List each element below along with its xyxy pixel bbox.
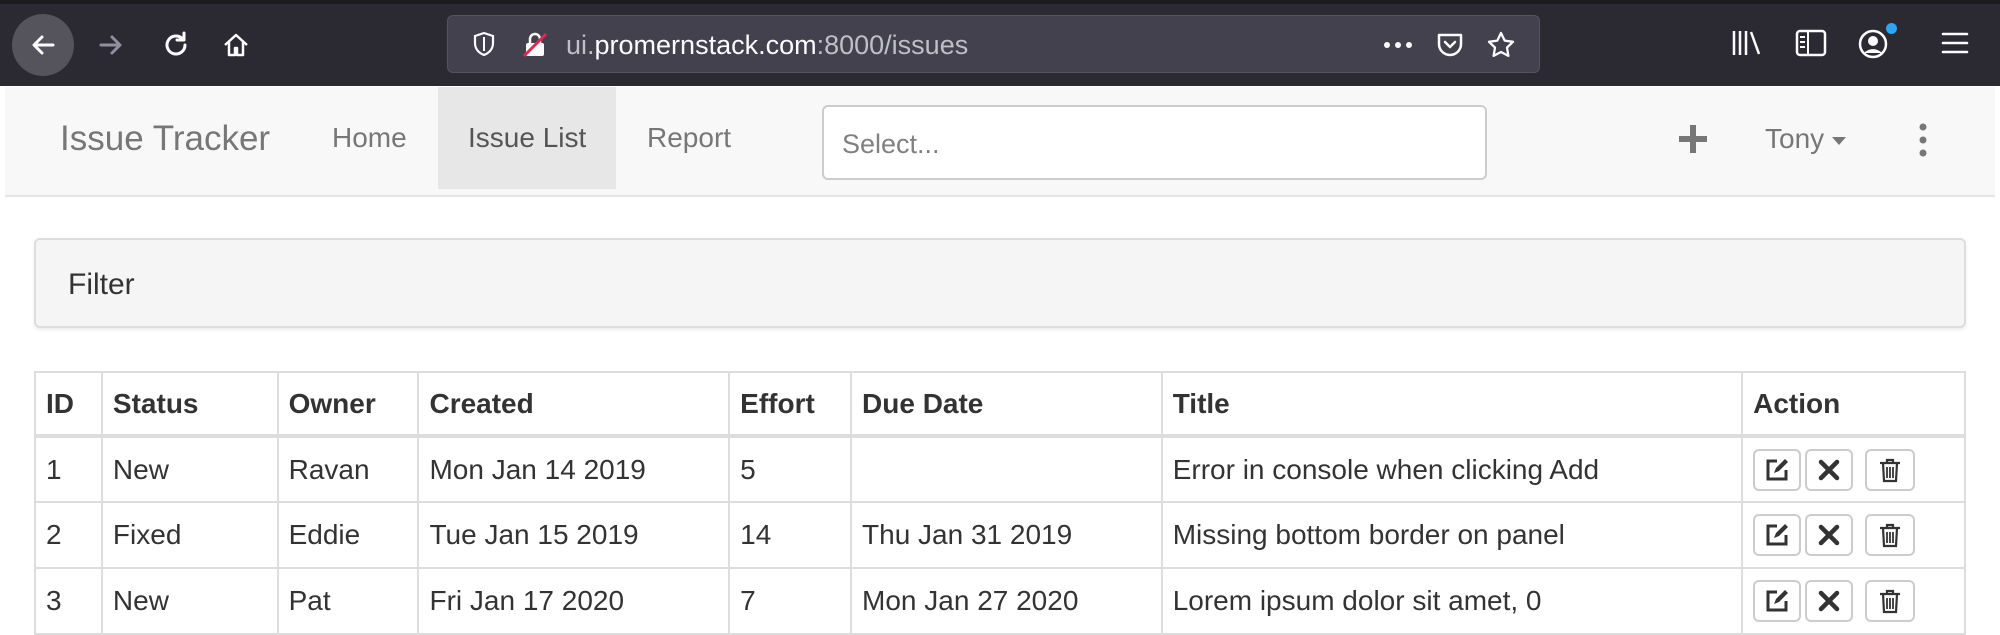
pocket-icon[interactable] [1435, 30, 1465, 60]
header-action: Action [1741, 371, 1966, 438]
nav-home[interactable]: Home [302, 87, 437, 189]
cell-owner: Eddie [276, 501, 420, 569]
url-path: :8000/issues [816, 30, 969, 60]
more-icon[interactable] [1381, 30, 1415, 60]
shield-icon[interactable] [470, 30, 498, 58]
cell-due-date: Thu Jan 31 2019 [850, 501, 1163, 569]
star-icon[interactable] [1486, 30, 1516, 60]
close-icon [1818, 590, 1840, 612]
header-id: ID [34, 371, 103, 438]
delete-button[interactable] [1865, 514, 1916, 556]
cell-title: Lorem ipsum dolor sit amet, 0 [1160, 567, 1744, 635]
library-icon[interactable] [1730, 28, 1762, 58]
sidebar-icon[interactable] [1795, 28, 1827, 58]
cell-created: Mon Jan 14 2019 [417, 435, 731, 503]
home-icon [224, 33, 248, 57]
notification-dot [1886, 23, 1897, 34]
url-host: promernstack.com [594, 30, 817, 60]
url-text[interactable]: ui.promernstack.com:8000/issues [566, 30, 968, 61]
filter-panel[interactable]: Filter [34, 238, 1966, 328]
cell-title: Error in console when clicking Add [1160, 435, 1744, 503]
trash-icon [1880, 458, 1901, 482]
edit-button[interactable] [1753, 580, 1802, 622]
close-issue-button[interactable] [1805, 580, 1854, 622]
cell-status: New [100, 435, 279, 503]
issue-search-select[interactable]: Select... [822, 105, 1487, 180]
hamburger-menu-icon[interactable] [1940, 28, 1970, 58]
more-vertical-icon[interactable] [1917, 123, 1929, 157]
insecure-lock-icon[interactable] [520, 30, 550, 60]
header-status: Status [100, 371, 279, 438]
cell-action [1741, 501, 1966, 569]
header-created: Created [417, 371, 731, 438]
address-bar[interactable]: ui.promernstack.com:8000/issues [447, 15, 1540, 73]
cell-due-date: Mon Jan 27 2020 [850, 567, 1163, 635]
edit-icon [1766, 590, 1789, 612]
reload-icon [165, 31, 187, 56]
header-due-date: Due Date [850, 371, 1163, 438]
close-issue-button[interactable] [1805, 448, 1854, 491]
url-prefix: ui. [566, 30, 595, 60]
issue-table: ID Status Owner Created Effort Due Date … [34, 371, 1966, 635]
home-button[interactable] [205, 14, 267, 76]
cell-due-date [850, 435, 1163, 503]
cell-effort: 7 [728, 567, 853, 635]
tab-strip [0, 0, 2000, 4]
cell-title: Missing bottom border on panel [1160, 501, 1744, 569]
edit-icon [1766, 524, 1789, 546]
header-effort: Effort [728, 371, 853, 438]
cell-owner: Pat [276, 567, 420, 635]
table-row[interactable]: 1 New Ravan Mon Jan 14 2019 5 Error in c… [34, 435, 1966, 503]
close-icon [1818, 524, 1840, 546]
cell-action [1741, 435, 1966, 503]
trash-icon [1880, 589, 1901, 614]
header-owner: Owner [276, 371, 420, 438]
close-icon [1818, 459, 1840, 480]
user-dropdown[interactable]: Tony [1765, 123, 1847, 155]
reload-button[interactable] [145, 14, 207, 76]
close-issue-button[interactable] [1805, 514, 1854, 556]
cell-id: 3 [34, 567, 103, 635]
cell-id: 2 [34, 501, 103, 569]
account-icon[interactable] [1857, 28, 1889, 60]
browser-toolbar: ui.promernstack.com:8000/issues [0, 0, 2000, 86]
back-icon [32, 35, 55, 55]
cell-status: Fixed [100, 501, 279, 569]
table-header-row: ID Status Owner Created Effort Due Date … [34, 371, 1966, 438]
back-button[interactable] [12, 14, 74, 76]
app-navbar: Issue Tracker Home Issue List Report Sel… [5, 87, 1995, 197]
add-issue-icon[interactable] [1673, 119, 1713, 159]
user-name: Tony [1765, 123, 1825, 154]
search-placeholder: Select... [842, 129, 940, 159]
header-title: Title [1160, 371, 1744, 438]
edit-button[interactable] [1753, 448, 1802, 491]
caret-down-icon [1832, 136, 1847, 145]
nav-report[interactable]: Report [617, 87, 761, 189]
forward-button[interactable] [80, 14, 142, 76]
cell-created: Fri Jan 17 2020 [417, 567, 731, 635]
cell-id: 1 [34, 435, 103, 503]
cell-action [1741, 567, 1966, 635]
delete-button[interactable] [1865, 448, 1916, 491]
table-row[interactable]: 2 Fixed Eddie Tue Jan 15 2019 14 Thu Jan… [34, 501, 1966, 569]
cell-status: New [100, 567, 279, 635]
edit-icon [1766, 458, 1789, 480]
table-row[interactable]: 3 New Pat Fri Jan 17 2020 7 Mon Jan 27 2… [34, 567, 1966, 635]
brand-title[interactable]: Issue Tracker [60, 119, 270, 159]
delete-button[interactable] [1865, 580, 1916, 622]
cell-owner: Ravan [276, 435, 420, 503]
filter-title[interactable]: Filter [68, 268, 135, 302]
cell-effort: 5 [728, 435, 853, 503]
trash-icon [1880, 523, 1901, 548]
cell-effort: 14 [728, 501, 853, 569]
cell-created: Tue Jan 15 2019 [417, 501, 731, 569]
edit-button[interactable] [1753, 514, 1802, 556]
nav-issue-list[interactable]: Issue List [438, 87, 617, 189]
forward-icon [99, 35, 122, 55]
